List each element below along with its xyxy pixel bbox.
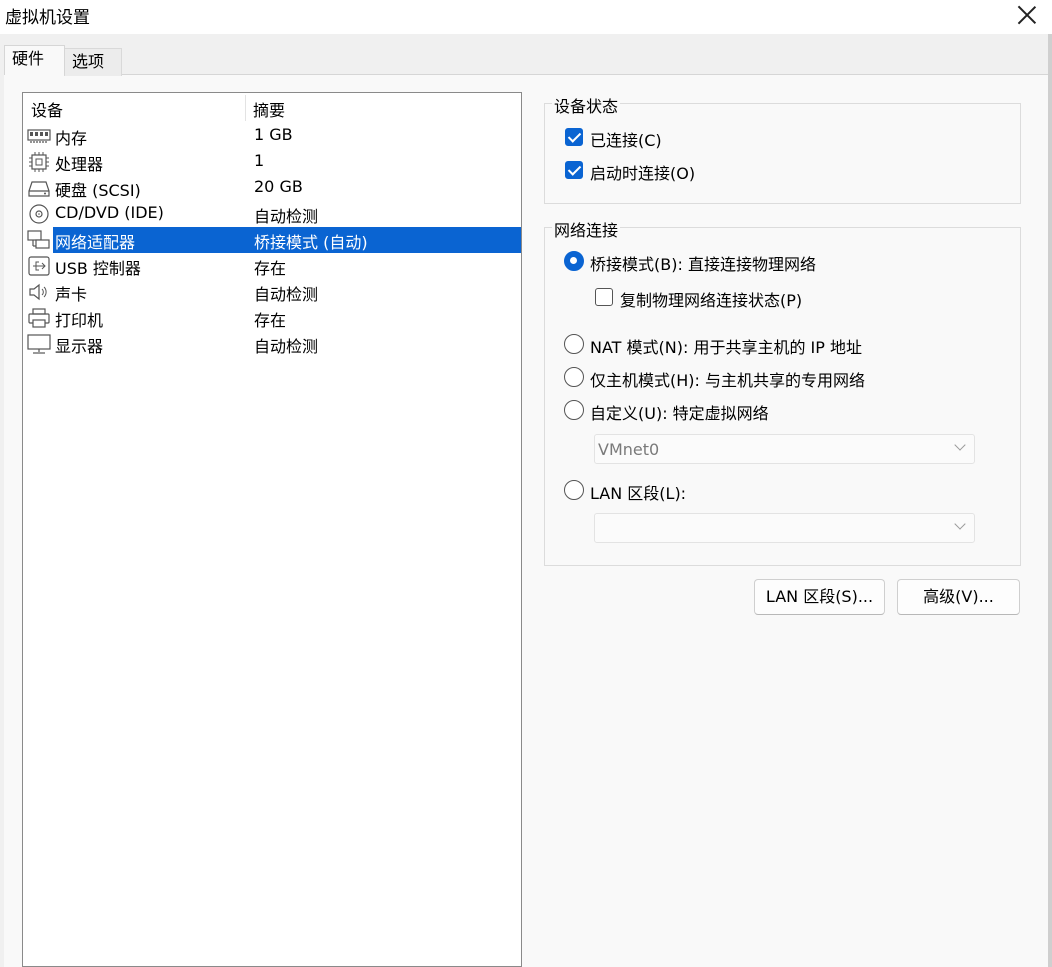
device-summary: 桥接模式 (自动) (254, 233, 368, 252)
device-row-cd-dvd[interactable]: CD/DVD (IDE) 自动检测 (23, 201, 521, 227)
tab-hardware[interactable]: 硬件 (4, 45, 65, 75)
device-row-memory[interactable]: 内存 1 GB (23, 123, 521, 149)
network-connection-title: 网络连接 (552, 217, 621, 241)
printer-icon (28, 308, 50, 328)
device-name: 处理器 (55, 155, 104, 174)
column-header-summary[interactable]: 摘要 (253, 97, 285, 121)
close-icon[interactable] (1014, 2, 1040, 28)
device-summary: 自动检测 (254, 285, 319, 304)
device-summary: 存在 (254, 259, 287, 278)
title-bar: 虚拟机设置 (0, 0, 1052, 34)
device-status-group (544, 103, 1021, 204)
lan-segment-select[interactable] (594, 513, 975, 543)
nat-radio[interactable] (564, 334, 584, 354)
custom-radio[interactable] (564, 400, 584, 420)
custom-label[interactable]: 自定义(U): 特定虚拟网络 (590, 400, 769, 424)
cd-dvd-icon (29, 204, 49, 224)
device-name: USB 控制器 (55, 259, 141, 278)
device-name: 显示器 (55, 337, 104, 356)
network-adapter-icon (27, 230, 50, 249)
memory-icon (27, 129, 51, 143)
host-only-radio[interactable] (564, 367, 584, 387)
replicate-state-checkbox[interactable] (595, 288, 613, 306)
device-name: 内存 (55, 129, 88, 148)
device-row-network-adapter[interactable]: 网络适配器 桥接模式 (自动) (23, 227, 521, 253)
device-summary: 存在 (254, 311, 287, 330)
device-summary: 自动检测 (254, 207, 319, 226)
device-status-title: 设备状态 (552, 93, 621, 117)
device-summary: 自动检测 (254, 337, 319, 356)
advanced-button[interactable]: 高级(V)... (897, 579, 1020, 615)
device-row-display[interactable]: 显示器 自动检测 (23, 331, 521, 357)
bridged-radio[interactable] (564, 251, 584, 271)
window-edge (1048, 34, 1052, 967)
device-name: 网络适配器 (55, 233, 136, 252)
window-title: 虚拟机设置 (5, 8, 90, 28)
device-row-printer[interactable]: 打印机 存在 (23, 305, 521, 331)
device-name: CD/DVD (IDE) (55, 203, 164, 222)
lan-segments-button[interactable]: LAN 区段(S)... (754, 579, 885, 615)
lan-segment-radio[interactable] (564, 480, 584, 500)
connected-label[interactable]: 已连接(C) (590, 127, 662, 151)
chevron-down-icon (954, 518, 966, 530)
device-name: 打印机 (55, 311, 104, 330)
connect-at-power-on-checkbox[interactable] (565, 161, 583, 179)
custom-network-select[interactable]: VMnet0 (594, 434, 975, 464)
connected-checkbox[interactable] (565, 128, 583, 146)
display-icon (27, 334, 51, 354)
device-name: 硬盘 (SCSI) (55, 181, 141, 200)
device-row-sound-card[interactable]: 声卡 自动检测 (23, 279, 521, 305)
custom-network-value: VMnet0 (598, 440, 660, 459)
nat-label[interactable]: NAT 模式(N): 用于共享主机的 IP 地址 (590, 334, 862, 358)
tab-options[interactable]: 选项 (64, 48, 122, 76)
processor-icon (29, 152, 49, 172)
device-summary: 1 GB (254, 125, 293, 144)
device-row-usb-controller[interactable]: USB 控制器 存在 (23, 253, 521, 279)
device-row-hard-disk[interactable]: 硬盘 (SCSI) 20 GB (23, 175, 521, 201)
usb-icon (28, 256, 50, 276)
replicate-state-label[interactable]: 复制物理网络连接状态(P) (620, 287, 802, 311)
hard-disk-icon (28, 181, 50, 197)
chevron-down-icon (954, 439, 966, 451)
column-header-device[interactable]: 设备 (31, 97, 63, 121)
host-only-label[interactable]: 仅主机模式(H): 与主机共享的专用网络 (590, 367, 865, 391)
device-summary: 20 GB (254, 177, 303, 196)
connect-at-power-on-label[interactable]: 启动时连接(O) (590, 160, 695, 184)
bridged-label[interactable]: 桥接模式(B): 直接连接物理网络 (590, 251, 816, 275)
lan-segment-label[interactable]: LAN 区段(L): (590, 480, 686, 504)
device-list-header: 设备 摘要 (23, 93, 521, 121)
column-separator[interactable] (245, 95, 246, 121)
device-name: 声卡 (55, 285, 88, 304)
device-row-processor[interactable]: 处理器 1 (23, 149, 521, 175)
sound-icon (29, 283, 47, 301)
device-summary: 1 (254, 151, 265, 170)
device-list[interactable]: 设备 摘要 内存 1 GB 处理器 1 硬盘 (SCSI) 20 GB CD/D… (22, 92, 522, 967)
